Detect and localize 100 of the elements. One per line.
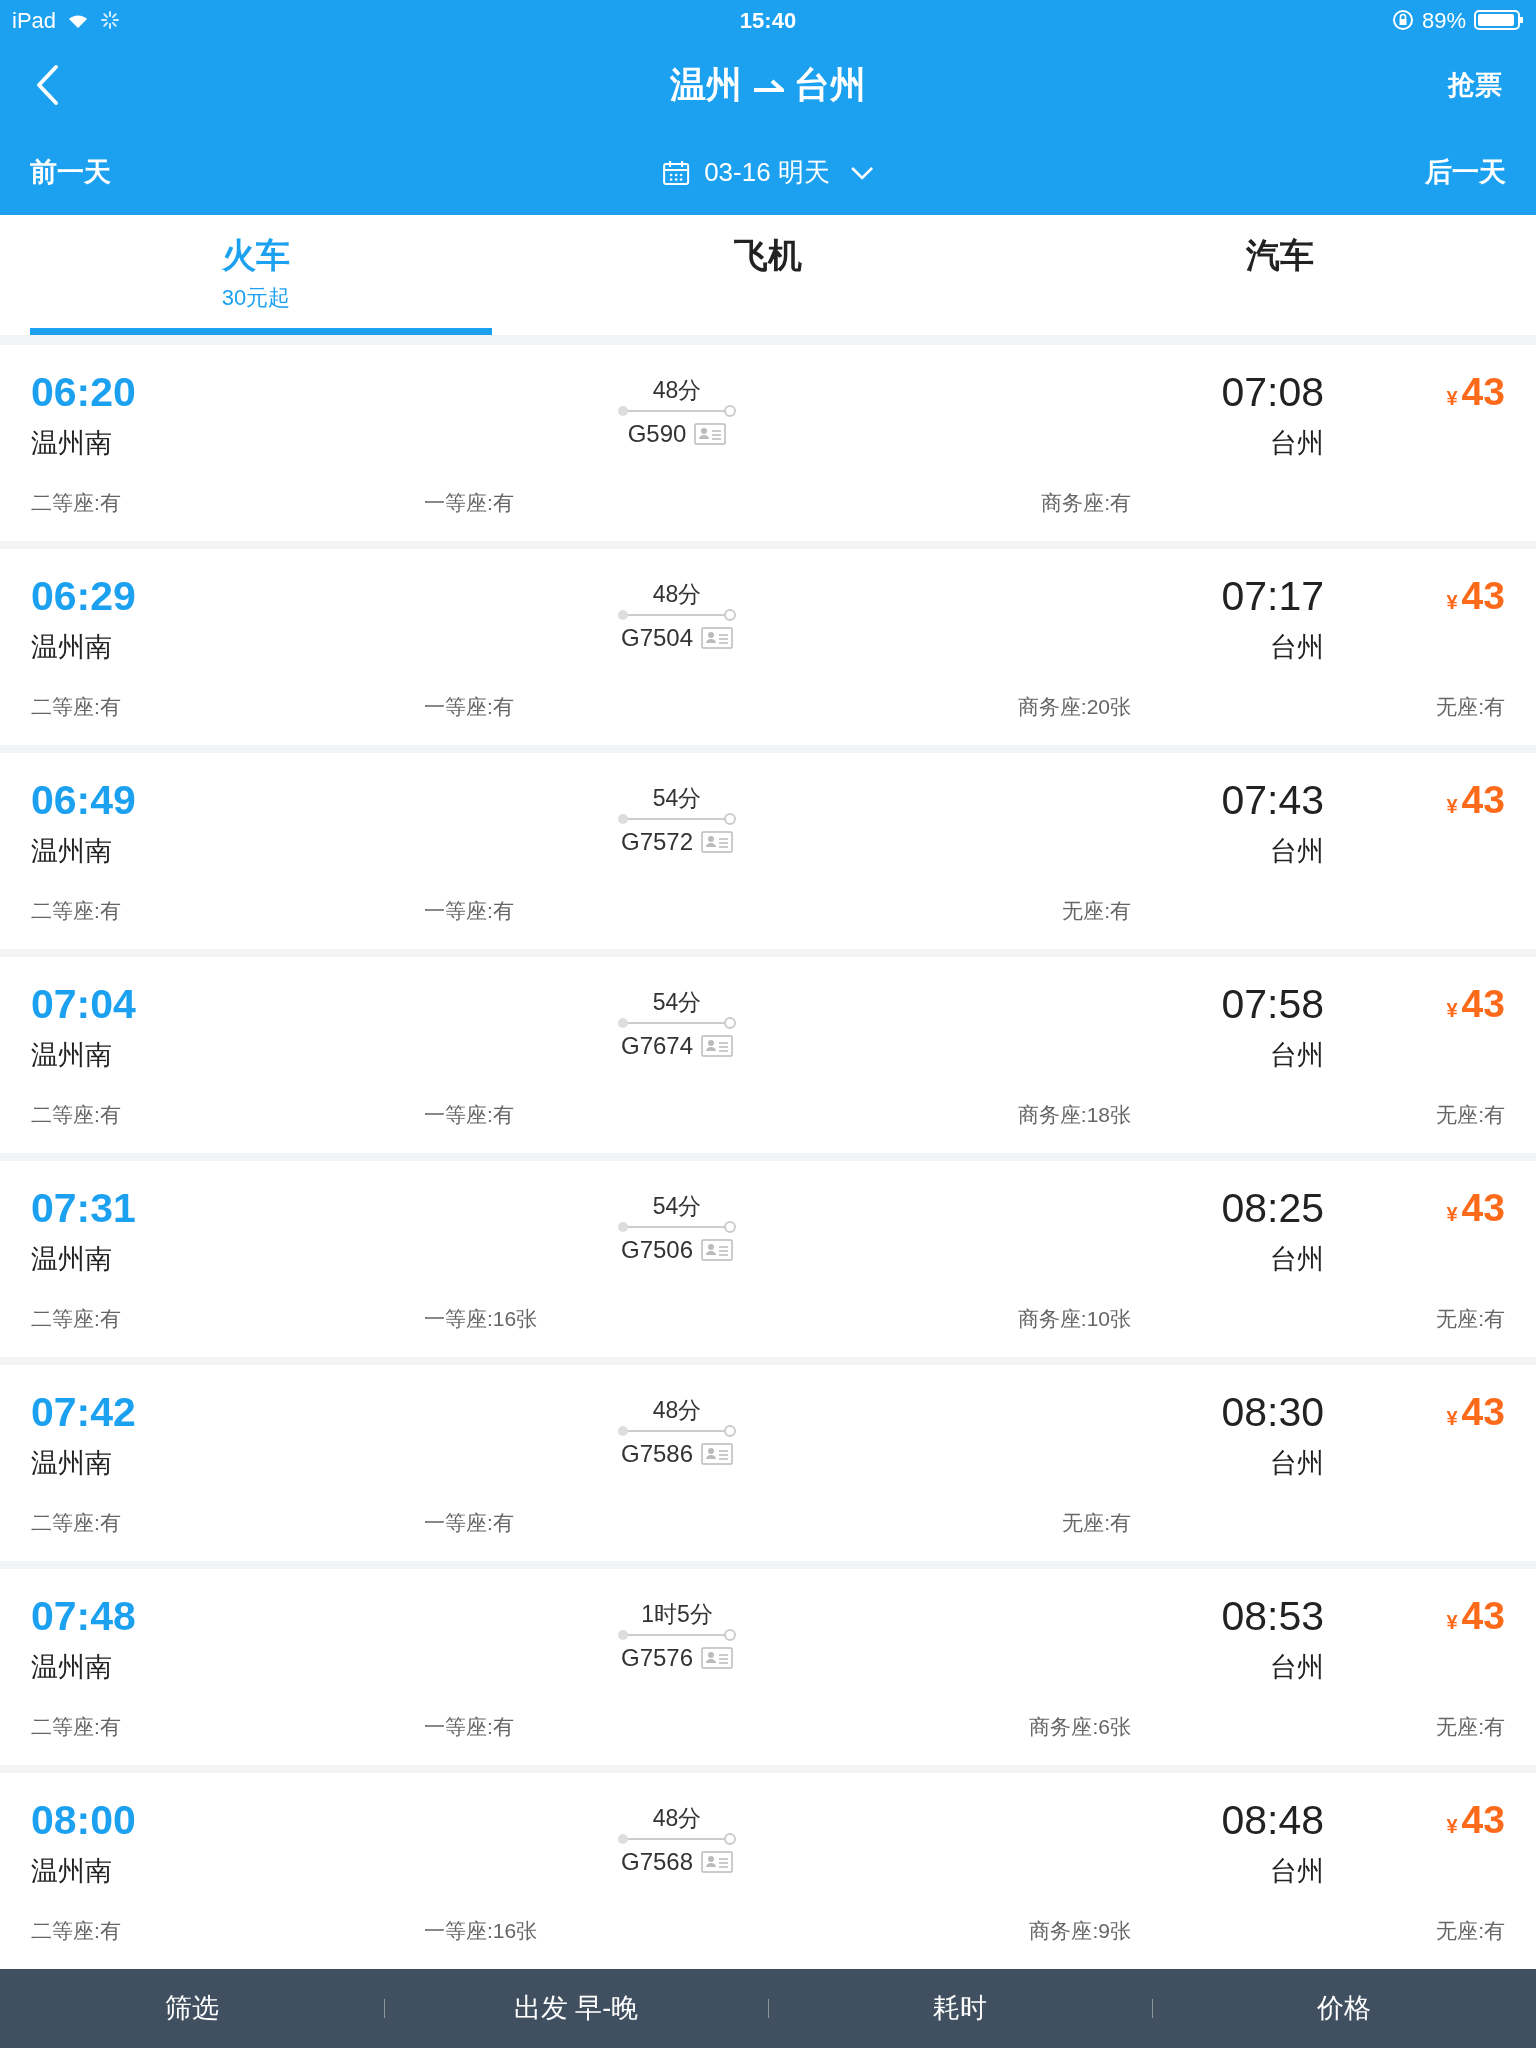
train-row[interactable]: 08:00 温州南 48分 G7568 08:48 台州 ¥43 二等座:有 一等座:16张 商务座:9张 无座:有	[0, 1773, 1536, 1969]
train-number: G7506	[620, 1235, 694, 1265]
seat-availability: 一等座:有	[424, 1714, 514, 1740]
duration: 48分	[652, 1396, 702, 1425]
arrival-station: 台州	[1270, 631, 1324, 664]
seat-availability: 无座:有	[1436, 694, 1505, 720]
train-row[interactable]: 06:20 温州南 48分 G590 07:08 台州 ¥43 二等座:有 一等座:有 商务座:有	[0, 345, 1536, 541]
departure-station: 温州南	[31, 1039, 112, 1072]
departure-station: 温州南	[31, 427, 112, 460]
id-card-icon	[701, 1035, 734, 1057]
seat-availability: 无座:有	[1436, 1102, 1505, 1128]
destination-city: 台州	[794, 63, 866, 107]
departure-time: 06:29	[31, 572, 136, 621]
departure-time: 07:31	[31, 1184, 136, 1233]
status-time: 15:40	[739, 6, 797, 35]
sort-option-button[interactable]: 耗时	[933, 1988, 987, 2029]
chevron-down-icon	[849, 165, 874, 180]
duration: 48分	[652, 1804, 702, 1833]
price: ¥43	[1446, 777, 1505, 823]
train-number: G7576	[620, 1643, 694, 1673]
seat-availability: 二等座:有	[31, 1306, 121, 1332]
origin-city: 温州	[670, 63, 742, 107]
seat-availability: 无座:有	[1062, 898, 1131, 924]
device-name: iPad	[12, 6, 57, 35]
sort-option-button[interactable]: 出发 早-晚	[513, 1988, 639, 2029]
duration: 48分	[652, 580, 702, 609]
departure-station: 温州南	[31, 835, 112, 868]
seat-availability: 二等座:有	[31, 490, 121, 516]
arrival-time: 07:58	[1221, 980, 1324, 1029]
seat-availability: 无座:有	[1436, 1714, 1505, 1740]
battery-percent: 89%	[1421, 6, 1466, 35]
train-number: G7674	[620, 1031, 694, 1061]
sort-option-button[interactable]: 筛选	[165, 1988, 219, 2029]
train-row[interactable]: 07:31 温州南 54分 G7506 08:25 台州 ¥43 二等座:有 一等座:16张 商务座:10张 无座:有	[0, 1161, 1536, 1357]
seat-availability: 一等座:有	[424, 1510, 514, 1536]
seat-availability: 无座:有	[1436, 1918, 1505, 1944]
route-line-icon	[617, 1017, 737, 1029]
departure-time: 07:42	[31, 1388, 136, 1437]
id-card-icon	[701, 1239, 734, 1261]
seat-availability: 一等座:16张	[424, 1306, 538, 1332]
id-card-icon	[701, 831, 734, 853]
train-row[interactable]: 07:48 温州南 1时5分 G7576 08:53 台州 ¥43 二等座:有 一等座:有 商务座:6张 无座:有	[0, 1569, 1536, 1765]
price: ¥43	[1446, 1185, 1505, 1231]
route-line-icon	[617, 1629, 737, 1641]
arrival-time: 07:17	[1221, 572, 1324, 621]
seat-availability: 二等座:有	[31, 1714, 121, 1740]
arrival-station: 台州	[1270, 427, 1324, 460]
departure-time: 06:49	[31, 776, 136, 825]
seat-availability: 一等座:有	[424, 490, 514, 516]
arrival-time: 08:48	[1221, 1796, 1324, 1845]
route-line-icon	[617, 1221, 737, 1233]
arrival-station: 台州	[1270, 835, 1324, 868]
arrival-time: 08:30	[1221, 1388, 1324, 1437]
departure-station: 温州南	[31, 1651, 112, 1684]
price: ¥43	[1446, 369, 1505, 415]
train-row[interactable]: 07:42 温州南 48分 G7586 08:30 台州 ¥43 二等座:有 一等座:有 无座:有	[0, 1365, 1536, 1561]
price: ¥43	[1446, 1797, 1505, 1843]
tab[interactable]: 汽车	[1246, 235, 1314, 275]
arrival-station: 台州	[1270, 1243, 1324, 1276]
departure-station: 温州南	[31, 1243, 112, 1276]
seat-availability: 商务座:20张	[1017, 694, 1131, 720]
duration: 54分	[652, 784, 702, 813]
battery-icon	[1474, 9, 1524, 31]
route-line-icon	[617, 1425, 737, 1437]
train-row[interactable]: 07:04 温州南 54分 G7674 07:58 台州 ¥43 二等座:有 一等座:有 商务座:18张 无座:有	[0, 957, 1536, 1153]
route-line-icon	[617, 609, 737, 621]
train-row[interactable]: 06:49 温州南 54分 G7572 07:43 台州 ¥43 二等座:有 一等座:有 无座:有	[0, 753, 1536, 949]
seat-availability: 二等座:有	[31, 1918, 121, 1944]
arrival-time: 08:25	[1221, 1184, 1324, 1233]
id-card-icon	[701, 1443, 734, 1465]
seat-availability: 一等座:有	[424, 694, 514, 720]
departure-time: 06:20	[31, 368, 136, 417]
arrival-station: 台州	[1270, 1651, 1324, 1684]
back-button[interactable]	[34, 64, 60, 106]
seat-availability: 一等座:有	[424, 898, 514, 924]
train-number: G7586	[620, 1439, 694, 1469]
arrival-time: 07:43	[1221, 776, 1324, 825]
arrival-time: 07:08	[1221, 368, 1324, 417]
price: ¥43	[1446, 1389, 1505, 1435]
duration: 54分	[652, 988, 702, 1017]
arrival-station: 台州	[1270, 1039, 1324, 1072]
tab[interactable]: 飞机	[734, 235, 802, 275]
seat-availability: 商务座:6张	[1029, 1714, 1131, 1740]
seat-availability: 一等座:16张	[424, 1918, 538, 1944]
train-row[interactable]: 06:29 温州南 48分 G7504 07:17 台州 ¥43 二等座:有 一等座:有 商务座:20张 无座:有	[0, 549, 1536, 745]
price: ¥43	[1446, 981, 1505, 1027]
rotation-lock-icon	[1391, 9, 1414, 31]
arrival-station: 台州	[1270, 1855, 1324, 1888]
seat-availability: 无座:有	[1436, 1306, 1505, 1332]
seat-availability: 一等座:有	[424, 1102, 514, 1128]
seat-availability: 二等座:有	[31, 1102, 121, 1128]
id-card-icon	[701, 627, 734, 649]
departure-time: 07:04	[31, 980, 136, 1029]
sort-option-button[interactable]: 价格	[1317, 1988, 1371, 2029]
train-number: G7568	[620, 1847, 694, 1877]
train-number: G7572	[620, 827, 694, 857]
seat-availability: 二等座:有	[31, 898, 121, 924]
duration: 48分	[652, 376, 702, 405]
departure-station: 温州南	[31, 631, 112, 664]
seat-availability: 二等座:有	[31, 1510, 121, 1536]
